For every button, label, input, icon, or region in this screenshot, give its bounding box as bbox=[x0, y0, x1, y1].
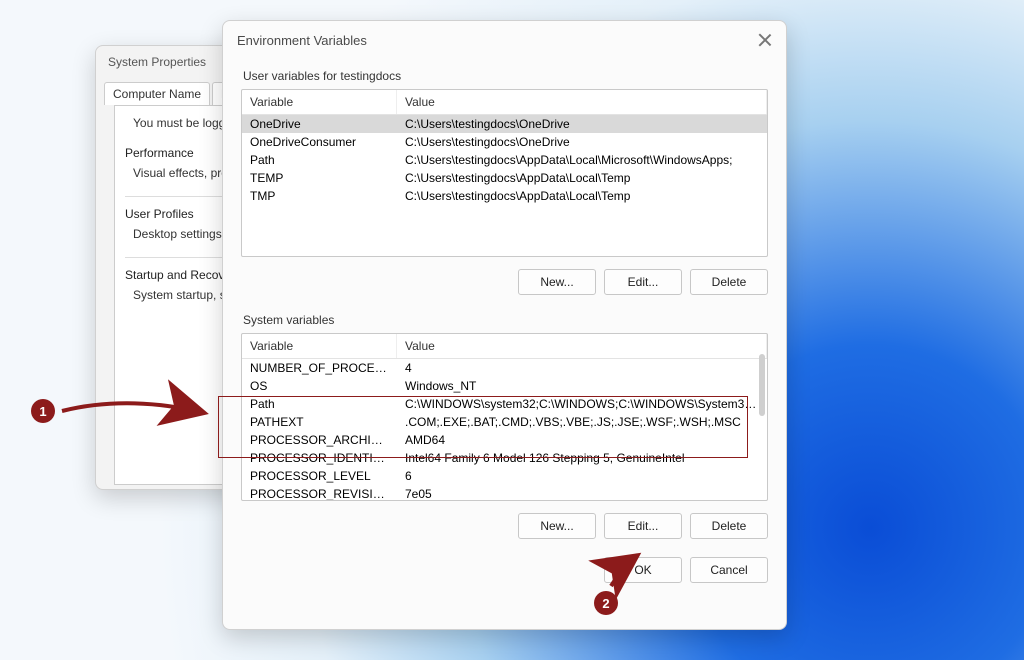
table-row[interactable]: PROCESSOR_ARCHITECTUREAMD64 bbox=[242, 431, 767, 449]
user-vars-heading: User variables for testingdocs bbox=[243, 69, 768, 83]
system-vars-heading: System variables bbox=[243, 313, 768, 327]
ok-button[interactable]: OK bbox=[604, 557, 682, 583]
user-vars-list[interactable]: Variable Value OneDriveC:\Users\testingd… bbox=[241, 89, 768, 257]
sysprops-title: System Properties bbox=[108, 55, 206, 69]
tab-computer-name[interactable]: Computer Name bbox=[104, 82, 210, 105]
annotation-badge-1: 1 bbox=[31, 399, 55, 423]
table-row[interactable]: PathC:\Users\testingdocs\AppData\Local\M… bbox=[242, 151, 767, 169]
table-row[interactable]: OneDriveConsumerC:\Users\testingdocs\One… bbox=[242, 133, 767, 151]
user-new-button[interactable]: New... bbox=[518, 269, 596, 295]
table-row[interactable]: PATHEXT.COM;.EXE;.BAT;.CMD;.VBS;.VBE;.JS… bbox=[242, 413, 767, 431]
column-variable[interactable]: Variable bbox=[242, 334, 397, 358]
system-vars-list[interactable]: Variable Value NUMBER_OF_PROCESSORS4OSWi… bbox=[241, 333, 768, 501]
cell-variable: PROCESSOR_REVISION bbox=[242, 485, 397, 501]
table-row[interactable]: TEMPC:\Users\testingdocs\AppData\Local\T… bbox=[242, 169, 767, 187]
column-value[interactable]: Value bbox=[397, 90, 767, 114]
cell-value: C:\Users\testingdocs\OneDrive bbox=[397, 133, 767, 151]
cell-variable: OS bbox=[242, 377, 397, 395]
system-edit-button[interactable]: Edit... bbox=[604, 513, 682, 539]
table-row[interactable]: PathC:\WINDOWS\system32;C:\WINDOWS;C:\WI… bbox=[242, 395, 767, 413]
cell-value: 6 bbox=[397, 467, 767, 485]
cell-value: Windows_NT bbox=[397, 377, 767, 395]
system-new-button[interactable]: New... bbox=[518, 513, 596, 539]
close-icon[interactable] bbox=[758, 33, 772, 47]
cell-variable: PROCESSOR_ARCHITECTURE bbox=[242, 431, 397, 449]
cell-variable: TMP bbox=[242, 187, 397, 205]
cell-value: C:\Users\testingdocs\AppData\Local\Temp bbox=[397, 169, 767, 187]
cell-value: AMD64 bbox=[397, 431, 767, 449]
cell-variable: TEMP bbox=[242, 169, 397, 187]
table-row[interactable]: NUMBER_OF_PROCESSORS4 bbox=[242, 359, 767, 377]
column-value[interactable]: Value bbox=[397, 334, 767, 358]
cell-variable: NUMBER_OF_PROCESSORS bbox=[242, 359, 397, 377]
table-row[interactable]: PROCESSOR_IDENTIFIERIntel64 Family 6 Mod… bbox=[242, 449, 767, 467]
cell-value: C:\Users\testingdocs\AppData\Local\Temp bbox=[397, 187, 767, 205]
cancel-button[interactable]: Cancel bbox=[690, 557, 768, 583]
env-title: Environment Variables bbox=[237, 33, 367, 48]
cell-variable: Path bbox=[242, 151, 397, 169]
table-row[interactable]: PROCESSOR_LEVEL6 bbox=[242, 467, 767, 485]
cell-variable: PATHEXT bbox=[242, 413, 397, 431]
cell-variable: OneDrive bbox=[242, 115, 397, 133]
table-row[interactable]: TMPC:\Users\testingdocs\AppData\Local\Te… bbox=[242, 187, 767, 205]
cell-value: C:\WINDOWS\system32;C:\WINDOWS;C:\WINDOW… bbox=[397, 395, 767, 413]
cell-variable: PROCESSOR_LEVEL bbox=[242, 467, 397, 485]
cell-variable: PROCESSOR_IDENTIFIER bbox=[242, 449, 397, 467]
env-titlebar: Environment Variables bbox=[223, 21, 786, 59]
cell-variable: Path bbox=[242, 395, 397, 413]
cell-value: 7e05 bbox=[397, 485, 767, 501]
cell-value: C:\Users\testingdocs\OneDrive bbox=[397, 115, 767, 133]
cell-variable: OneDriveConsumer bbox=[242, 133, 397, 151]
table-row[interactable]: OneDriveC:\Users\testingdocs\OneDrive bbox=[242, 115, 767, 133]
user-delete-button[interactable]: Delete bbox=[690, 269, 768, 295]
system-delete-button[interactable]: Delete bbox=[690, 513, 768, 539]
cell-value: 4 bbox=[397, 359, 767, 377]
table-row[interactable]: PROCESSOR_REVISION7e05 bbox=[242, 485, 767, 501]
cell-value: .COM;.EXE;.BAT;.CMD;.VBS;.VBE;.JS;.JSE;.… bbox=[397, 413, 767, 431]
cell-value: Intel64 Family 6 Model 126 Stepping 5, G… bbox=[397, 449, 767, 467]
table-row[interactable]: OSWindows_NT bbox=[242, 377, 767, 395]
user-edit-button[interactable]: Edit... bbox=[604, 269, 682, 295]
environment-variables-dialog: Environment Variables User variables for… bbox=[222, 20, 787, 630]
cell-value: C:\Users\testingdocs\AppData\Local\Micro… bbox=[397, 151, 767, 169]
scrollbar-thumb[interactable] bbox=[759, 354, 765, 416]
column-variable[interactable]: Variable bbox=[242, 90, 397, 114]
